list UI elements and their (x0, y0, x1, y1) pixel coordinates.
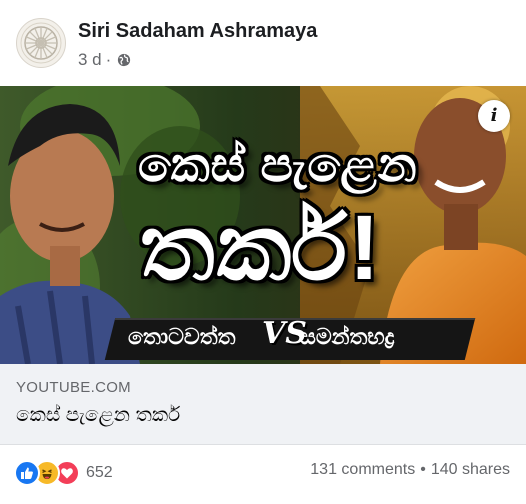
stats-separator: • (420, 461, 426, 478)
comments-count[interactable]: 131 comments (310, 461, 415, 478)
info-icon[interactable]: i (478, 100, 510, 132)
page-avatar[interactable] (16, 18, 66, 68)
engagement-stats: 131 comments • 140 shares (310, 461, 510, 479)
thumbnail-headline-top: කෙස් පැළෙන (138, 139, 418, 192)
reactions-summary[interactable]: 652 (14, 460, 113, 486)
meta-separator: · (105, 50, 112, 69)
thumbnail-headline-big: තර්ක! (140, 197, 382, 299)
author-name[interactable]: Siri Sadaham Ashramaya (78, 20, 317, 43)
link-title[interactable]: කෙස් පැළෙන තර්ක (16, 404, 180, 427)
link-caption[interactable]: YOUTUBE.COM කෙස් පැළෙන තර්ක (0, 364, 526, 444)
link-preview-image[interactable]: i කෙස් පැළෙන තර්ක! තොටවත්ත VS සමන්තභද්‍ර (0, 86, 526, 364)
thumbnail-name-left: තොටවත්ත (128, 324, 236, 349)
post-footer: 652 131 comments • 140 shares (0, 444, 526, 504)
thumbnail-name-right: සමන්තභද්‍ර (300, 324, 395, 349)
post-time[interactable]: 3 d (78, 50, 102, 70)
reaction-count: 652 (86, 464, 113, 481)
footer-divider (0, 444, 526, 445)
globe-icon[interactable] (117, 53, 131, 67)
dharma-wheel-icon (20, 22, 62, 64)
post-meta: 3 d · (78, 50, 131, 70)
like-icon (14, 460, 40, 486)
post-header: Siri Sadaham Ashramaya 3 d · (0, 0, 526, 86)
link-domain: YOUTUBE.COM (16, 379, 131, 396)
feed-post: Siri Sadaham Ashramaya 3 d · i කෙස් පැළෙ… (0, 0, 526, 504)
shares-count[interactable]: 140 shares (431, 461, 510, 478)
